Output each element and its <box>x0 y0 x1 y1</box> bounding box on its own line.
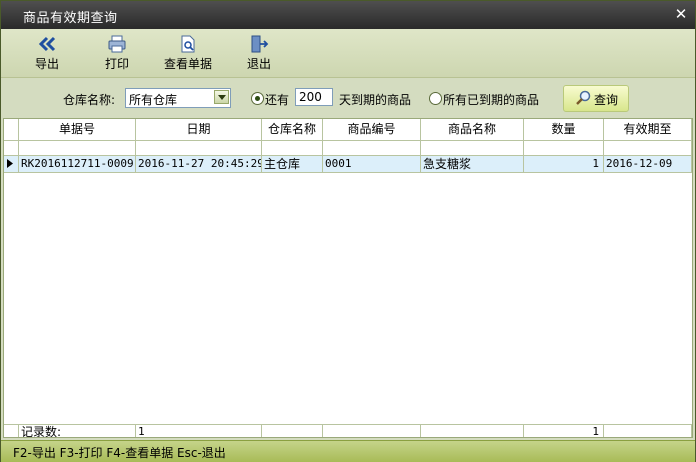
filter-row-cell[interactable] <box>604 141 692 156</box>
filter-row-cell[interactable] <box>421 141 524 156</box>
double-chevron-left-icon <box>38 36 56 52</box>
export-label: 导出 <box>34 57 59 71</box>
print-button[interactable]: 打印 <box>97 35 137 75</box>
warehouse-select[interactable]: 所有仓库 <box>125 88 231 108</box>
warehouse-select-value: 所有仓库 <box>129 93 178 107</box>
magnifier-icon <box>576 90 591 105</box>
dropdown-arrow-icon[interactable] <box>214 90 229 104</box>
table-cell-product-code[interactable]: 0001 <box>323 156 421 173</box>
warehouse-label: 仓库名称: <box>63 93 116 107</box>
table-cell-doc-no[interactable]: RK2016112711-0009 <box>19 156 136 173</box>
filter-row-cell <box>4 141 19 156</box>
query-label: 查询 <box>594 93 619 107</box>
column-header[interactable]: 有效期至 <box>604 119 692 141</box>
filter-row-cell[interactable] <box>323 141 421 156</box>
expired-radio[interactable] <box>429 92 442 105</box>
query-button[interactable]: 查询 <box>563 85 629 112</box>
column-header[interactable]: 商品名称 <box>421 119 524 141</box>
column-header[interactable]: 数量 <box>524 119 604 141</box>
record-count-value: 1 <box>136 424 262 437</box>
toolbar: 导出 打印 查看单据 退出 <box>1 29 695 78</box>
days-input[interactable] <box>295 88 333 106</box>
table-cell-date[interactable]: 2016-11-27 20:45:29 <box>136 156 262 173</box>
filter-row-cell[interactable] <box>524 141 604 156</box>
remaining-days-radio[interactable] <box>251 92 264 105</box>
column-header[interactable]: 单据号 <box>19 119 136 141</box>
table-cell-expiry[interactable]: 2016-12-09 <box>604 156 692 173</box>
table-cell-quantity[interactable]: 1 <box>524 156 604 173</box>
column-header[interactable]: 仓库名称 <box>262 119 323 141</box>
footer-cell <box>323 424 421 437</box>
quantity-total: 1 <box>524 424 604 437</box>
main-window: 商品有效期查询 ✕ 导出 打印 查看单据 退出 仓库名称: 所有仓库 还有 20… <box>0 0 696 462</box>
days-suffix-label: 天到期的商品 <box>339 93 412 107</box>
shortcut-hint: F2-导出 F3-打印 F4-查看单据 Esc-退出 <box>13 446 226 460</box>
view-doc-label: 查看单据 <box>163 57 212 71</box>
filter-row-cell[interactable] <box>19 141 136 156</box>
filter-row-cell[interactable] <box>136 141 262 156</box>
table-cell-warehouse[interactable]: 主仓库 <box>262 156 323 173</box>
filter-row-cell[interactable] <box>262 141 323 156</box>
column-header[interactable]: 商品编号 <box>323 119 421 141</box>
row-pointer-icon[interactable] <box>4 156 19 173</box>
results-table[interactable]: 单据号 日期 仓库名称 商品编号 商品名称 数量 有效期至 RK20161127… <box>3 118 693 438</box>
column-header[interactable]: 日期 <box>136 119 262 141</box>
remaining-label: 还有 <box>265 93 290 107</box>
exit-button[interactable]: 退出 <box>239 35 279 75</box>
close-icon[interactable]: ✕ <box>673 6 689 22</box>
window-title: 商品有效期查询 <box>23 11 118 26</box>
footer-indicator-cell <box>4 424 19 437</box>
view-doc-button[interactable]: 查看单据 <box>161 35 215 75</box>
footer-cell <box>604 424 692 437</box>
row-indicator-header <box>4 119 19 141</box>
title-bar: 商品有效期查询 ✕ <box>1 1 695 29</box>
filter-bar: 仓库名称: 所有仓库 还有 天到期的商品 所有已到期的商品 查询 <box>1 78 695 118</box>
record-count-label: 记录数: <box>19 424 136 437</box>
status-bar: F2-导出 F3-打印 F4-查看单据 Esc-退出 <box>1 440 695 462</box>
footer-cell <box>421 424 524 437</box>
exit-door-icon <box>251 35 269 53</box>
exit-label: 退出 <box>246 57 271 71</box>
table-cell-product-name[interactable]: 急支糖浆 <box>421 156 524 173</box>
export-button[interactable]: 导出 <box>27 35 67 75</box>
printer-icon <box>108 35 126 53</box>
expired-label: 所有已到期的商品 <box>443 93 540 107</box>
document-search-icon <box>181 35 195 53</box>
footer-cell <box>262 424 323 437</box>
print-label: 打印 <box>104 57 129 71</box>
